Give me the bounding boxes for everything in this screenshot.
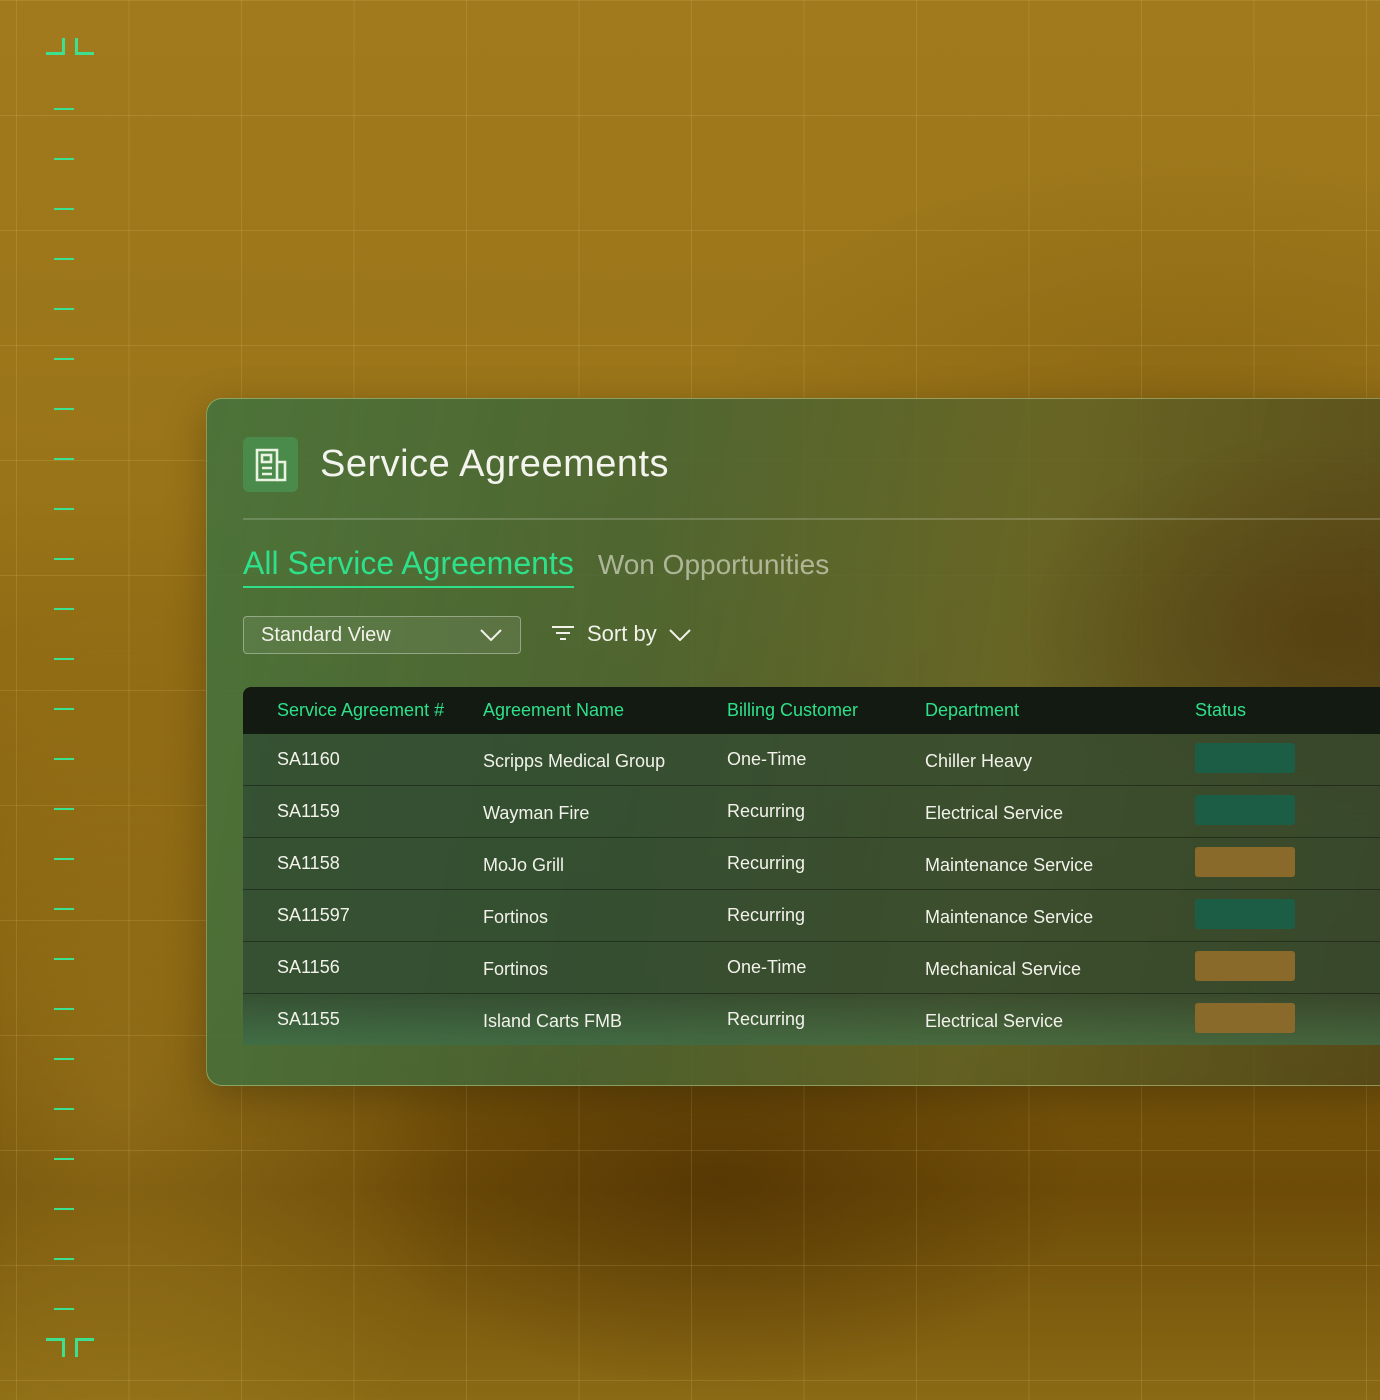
tab-all-service-agreements[interactable]: All Service Agreements xyxy=(243,545,574,588)
table-row[interactable]: SA1158 MoJo Grill Recurring Maintenance … xyxy=(243,838,1380,890)
table-row[interactable]: SA1160 Scripps Medical Group One-Time Ch… xyxy=(243,734,1380,786)
corner-mark-bottom-right xyxy=(75,1338,94,1357)
cell-agreement-id: SA1158 xyxy=(277,853,340,873)
table-row[interactable]: SA11597 Fortinos Recurring Maintenance S… xyxy=(243,890,1380,942)
ruler-tick xyxy=(54,458,74,460)
corner-mark-bottom-left xyxy=(46,1338,65,1357)
ruler-tick xyxy=(54,358,74,360)
ruler-tick xyxy=(54,558,74,560)
ruler-tick xyxy=(54,908,74,910)
chevron-down-icon xyxy=(668,621,691,647)
ruler-tick xyxy=(54,258,74,260)
cell-agreement-id: SA1155 xyxy=(277,1009,340,1029)
cell-status xyxy=(1195,950,1380,981)
ruler-tick xyxy=(54,508,74,510)
cell-agreement-name: Scripps Medical Group xyxy=(483,751,666,771)
cell-department: Electrical Service xyxy=(925,803,1064,823)
ruler-tick xyxy=(54,1308,74,1310)
page-title: Service Agreements xyxy=(320,443,670,485)
table-body: SA1160 Scripps Medical Group One-Time Ch… xyxy=(243,734,1380,1045)
service-agreements-panel: Service Agreements All Service Agreement… xyxy=(206,398,1380,1086)
ruler-tick xyxy=(54,858,74,860)
ruler-tick xyxy=(54,1108,74,1110)
ruler-tick xyxy=(54,1058,74,1060)
cell-agreement-name: Fortinos xyxy=(483,959,549,979)
cell-status xyxy=(1195,742,1380,773)
corner-mark-top-left xyxy=(46,38,65,55)
cell-agreement-name: MoJo Grill xyxy=(483,855,565,875)
ruler-tick xyxy=(54,1258,74,1260)
tab-bar: All Service Agreements Won Opportunities xyxy=(243,545,829,588)
ruler-tick xyxy=(54,208,74,210)
ruler-tick xyxy=(54,1208,74,1210)
document-icon xyxy=(243,437,298,492)
agreements-table: Service Agreement # Agreement Name Billi… xyxy=(243,687,1380,1045)
ruler-tick xyxy=(54,958,74,960)
view-select[interactable]: Standard View xyxy=(243,616,521,654)
cell-status xyxy=(1195,846,1380,877)
column-header-agreement-name[interactable]: Agreement Name xyxy=(483,700,727,721)
cell-billing-customer: Recurring xyxy=(727,801,806,821)
header-divider xyxy=(243,518,1380,520)
ruler-tick xyxy=(54,608,74,610)
cell-agreement-id: SA1156 xyxy=(277,957,340,977)
column-header-department[interactable]: Department xyxy=(925,700,1195,721)
cell-agreement-name: Wayman Fire xyxy=(483,803,590,823)
sort-label: Sort by xyxy=(587,621,657,646)
cell-billing-customer: One-Time xyxy=(727,749,807,769)
cell-billing-customer: Recurring xyxy=(727,905,806,925)
status-badge[interactable] xyxy=(1195,898,1295,929)
status-badge[interactable] xyxy=(1195,1002,1295,1033)
panel-header: Service Agreements xyxy=(243,437,669,492)
view-select-value: Standard View xyxy=(261,623,391,646)
cell-status xyxy=(1195,898,1380,929)
cell-billing-customer: Recurring xyxy=(727,853,806,873)
cell-department: Chiller Heavy xyxy=(925,751,1033,771)
cell-department: Maintenance Service xyxy=(925,855,1094,875)
cell-agreement-id: SA1159 xyxy=(277,801,340,821)
ruler-tick xyxy=(54,1008,74,1010)
table-row[interactable]: SA1156 Fortinos One-Time Mechanical Serv… xyxy=(243,942,1380,994)
table-header: Service Agreement # Agreement Name Billi… xyxy=(243,687,1380,734)
cell-agreement-name: Island Carts FMB xyxy=(483,1011,623,1031)
status-badge[interactable] xyxy=(1195,950,1295,981)
cell-agreement-name: Fortinos xyxy=(483,907,549,927)
chevron-down-icon xyxy=(480,624,502,647)
tab-won-opportunities[interactable]: Won Opportunities xyxy=(598,549,829,585)
status-badge[interactable] xyxy=(1195,794,1295,825)
column-header-status[interactable]: Status xyxy=(1195,700,1380,721)
cell-status xyxy=(1195,794,1380,825)
cell-agreement-id: SA11597 xyxy=(277,905,350,925)
column-header-billing-customer[interactable]: Billing Customer xyxy=(727,700,925,721)
cell-agreement-id: SA1160 xyxy=(277,749,340,769)
column-header-service-agreement[interactable]: Service Agreement # xyxy=(243,700,483,721)
filter-lines-icon xyxy=(551,621,575,647)
ruler-tick xyxy=(54,758,74,760)
cell-billing-customer: One-Time xyxy=(727,957,807,977)
ruler-tick xyxy=(54,658,74,660)
ruler-tick xyxy=(54,408,74,410)
ruler-tick xyxy=(54,308,74,310)
sort-button[interactable]: Sort by xyxy=(551,621,691,647)
table-row[interactable]: SA1159 Wayman Fire Recurring Electrical … xyxy=(243,786,1380,838)
ruler-tick xyxy=(54,1158,74,1160)
status-badge[interactable] xyxy=(1195,742,1295,773)
cell-department: Maintenance Service xyxy=(925,907,1094,927)
corner-mark-top-right xyxy=(75,38,94,55)
cell-department: Electrical Service xyxy=(925,1011,1064,1031)
ruler-tick xyxy=(54,708,74,710)
ruler-tick xyxy=(54,808,74,810)
table-row[interactable]: SA1155 Island Carts FMB Recurring Electr… xyxy=(243,994,1380,1045)
cell-status xyxy=(1195,1002,1380,1033)
ruler-tick xyxy=(54,108,74,110)
status-badge[interactable] xyxy=(1195,846,1295,877)
ruler-tick xyxy=(54,158,74,160)
cell-billing-customer: Recurring xyxy=(727,1009,806,1029)
cell-department: Mechanical Service xyxy=(925,959,1082,979)
